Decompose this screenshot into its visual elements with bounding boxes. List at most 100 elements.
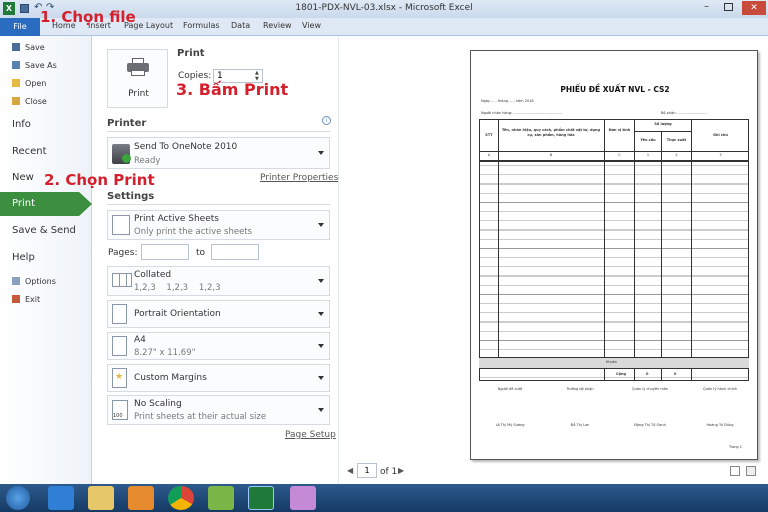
- khoan-label: Khoản: [606, 360, 618, 364]
- print-what-sub: Only print the active sheets: [134, 227, 253, 237]
- nav-print-label: Print: [12, 198, 36, 209]
- exit-icon: [12, 295, 20, 303]
- save-icon: [12, 43, 20, 51]
- col-stt: STT: [485, 133, 493, 137]
- scaling-title: No Scaling: [134, 399, 182, 409]
- nav-close[interactable]: Close: [12, 97, 47, 106]
- collate-dropdown[interactable]: Collated 1,2,3 1,2,3 1,2,3: [107, 266, 330, 296]
- ie-icon[interactable]: [48, 486, 74, 510]
- tab-formulas[interactable]: Formulas: [183, 21, 220, 30]
- nav-save-as[interactable]: Save As: [12, 61, 57, 70]
- col-act: Thực xuất: [666, 138, 687, 142]
- prev-page-icon[interactable]: ◀: [347, 466, 353, 475]
- col-req: Yêu cầu: [640, 138, 656, 142]
- form-date: Ngày ..... tháng ..... năm 2018: [481, 99, 534, 103]
- nav-exit[interactable]: Exit: [12, 295, 40, 304]
- signer-title: Quản lý hành chính: [702, 387, 738, 391]
- tab-file[interactable]: File: [0, 18, 40, 36]
- print-heading: Print: [177, 48, 205, 59]
- app-icon[interactable]: [208, 486, 234, 510]
- orientation-dropdown[interactable]: Portrait Orientation: [107, 300, 330, 328]
- media-player-icon[interactable]: [128, 486, 154, 510]
- printer-name: Send To OneNote 2010: [134, 142, 238, 152]
- signer-name: Đặng Thị Tố Oanh: [634, 423, 666, 427]
- nav-options-label: Options: [25, 277, 56, 286]
- print-what-dropdown[interactable]: Print Active Sheets Only print the activ…: [107, 210, 330, 240]
- scaling-sub: Print sheets at their actual size: [134, 412, 267, 422]
- orientation-title: Portrait Orientation: [134, 309, 221, 319]
- pages-to-label: to: [196, 248, 206, 258]
- collate-title: Collated: [134, 270, 172, 280]
- explorer-icon[interactable]: [88, 486, 114, 510]
- signer-title: Người đề xuất: [497, 387, 523, 391]
- nav-recent[interactable]: Recent: [12, 146, 47, 157]
- save-as-icon: [12, 61, 20, 69]
- margins-dropdown[interactable]: ★ Custom Margins: [107, 364, 330, 392]
- folder-icon: [12, 79, 20, 87]
- page-footer: Trang 1: [729, 445, 742, 449]
- nav-info[interactable]: Info: [12, 119, 31, 130]
- print-button[interactable]: Print: [107, 49, 168, 108]
- sheets-icon: [112, 215, 130, 235]
- paper-size-dropdown[interactable]: A4 8.27" x 11.69": [107, 332, 330, 360]
- minimize-icon[interactable]: –: [704, 1, 709, 12]
- tab-data[interactable]: Data: [231, 21, 250, 30]
- nav-close-label: Close: [25, 97, 47, 106]
- col-letter: 2: [675, 153, 678, 157]
- pages-to-input[interactable]: [211, 244, 259, 260]
- form-title: PHIẾU ĐỀ XUẤT NVL - CS2: [560, 85, 670, 94]
- nav-exit-label: Exit: [25, 295, 41, 304]
- zoom-page-icon[interactable]: [746, 466, 756, 476]
- info-icon[interactable]: i: [322, 116, 331, 125]
- col-letter: A: [487, 153, 491, 157]
- next-page-icon[interactable]: ▶: [398, 466, 404, 475]
- nav-save-as-label: Save As: [25, 61, 57, 70]
- col-note: Ghi chú: [713, 133, 728, 137]
- nav-options[interactable]: Options: [12, 277, 56, 286]
- total-act: 0: [674, 372, 677, 376]
- page-setup-link[interactable]: Page Setup: [285, 430, 336, 440]
- annotation-choose-file: 1. Chọn file: [40, 8, 136, 26]
- nav-open-label: Open: [25, 79, 47, 88]
- form-requester: Người nhận hàng: .......................…: [481, 111, 563, 115]
- col-name: Tên, nhãn hiệu, quy cách, phẩm chất vật …: [502, 128, 600, 137]
- portrait-icon: [112, 304, 127, 324]
- printer-dropdown[interactable]: Send To OneNote 2010 Ready: [107, 137, 330, 169]
- scaling-dropdown[interactable]: 100 No Scaling Print sheets at their act…: [107, 395, 330, 425]
- page-number-input[interactable]: [357, 463, 377, 478]
- nav-new[interactable]: New: [12, 172, 34, 183]
- print-what-title: Print Active Sheets: [134, 214, 219, 224]
- nav-save[interactable]: Save: [12, 43, 45, 52]
- nav-print[interactable]: Print: [0, 192, 92, 216]
- tab-review[interactable]: Review: [263, 21, 292, 30]
- signer-name: Hoàng Trí Dũng: [706, 423, 734, 427]
- show-margins-icon[interactable]: [730, 466, 740, 476]
- col-qty: Số lượng: [654, 122, 672, 126]
- nav-open[interactable]: Open: [12, 79, 46, 88]
- printer-properties-link[interactable]: Printer Properties: [260, 173, 338, 183]
- col-unit: Đơn vị tính: [608, 128, 631, 132]
- close-file-icon: [12, 97, 20, 105]
- tab-view[interactable]: View: [302, 21, 321, 30]
- nav-save-send[interactable]: Save & Send: [12, 225, 76, 236]
- printer-icon: [127, 58, 149, 76]
- close-icon[interactable]: ✕: [742, 1, 766, 15]
- print-button-label: Print: [128, 89, 149, 99]
- scaling-icon: 100: [112, 400, 128, 420]
- pages-from-input[interactable]: [141, 244, 189, 260]
- printer-status: Ready: [134, 156, 161, 166]
- start-button-icon[interactable]: [6, 486, 30, 510]
- collate-sub: 1,2,3 1,2,3 1,2,3: [134, 283, 221, 293]
- chrome-icon[interactable]: [168, 486, 194, 510]
- nav-help[interactable]: Help: [12, 252, 35, 263]
- col-letter: 1: [646, 153, 650, 157]
- signer-title: Quản lý chuyên môn: [631, 387, 669, 391]
- paper-icon: [112, 336, 127, 356]
- excel-taskbar-icon[interactable]: [248, 486, 274, 510]
- annotation-press-print: 3. Bấm Print: [176, 80, 289, 99]
- maximize-icon[interactable]: [724, 3, 733, 11]
- col-letter: C: [618, 153, 621, 157]
- collated-icon: [112, 273, 132, 287]
- paint-icon[interactable]: [290, 486, 316, 510]
- margins-icon: ★: [112, 368, 127, 388]
